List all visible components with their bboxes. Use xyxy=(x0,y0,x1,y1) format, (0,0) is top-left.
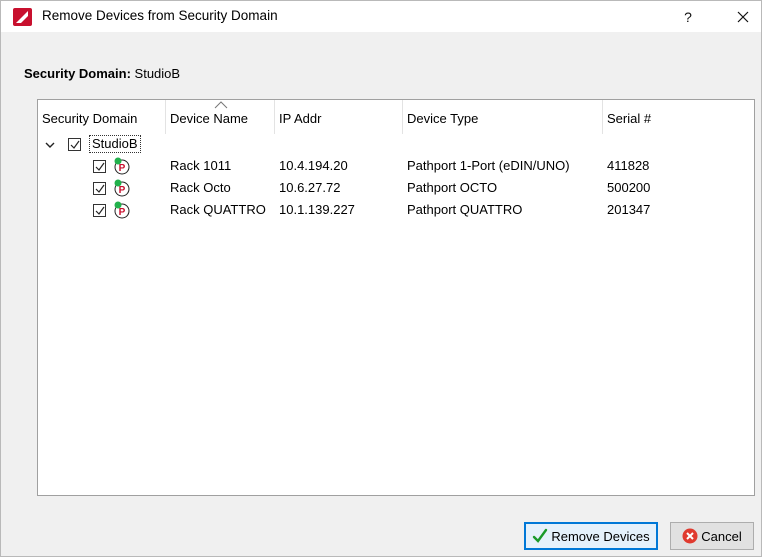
device-checkbox[interactable] xyxy=(93,182,106,195)
svg-text:P: P xyxy=(119,185,126,196)
serial-cell: 500200 xyxy=(607,180,651,195)
device-name-cell: Rack Octo xyxy=(170,180,231,195)
device-type-cell: Pathport OCTO xyxy=(407,180,498,195)
column-header-ip-addr[interactable]: IP Addr xyxy=(275,100,403,134)
chevron-down-icon[interactable] xyxy=(44,139,56,151)
security-domain-label: Security Domain: xyxy=(24,66,131,81)
sort-ascending-icon xyxy=(214,101,228,109)
device-name-cell: Rack 1011 xyxy=(170,158,232,173)
app-logo-icon xyxy=(13,8,32,26)
pathport-device-icon: P xyxy=(114,157,130,175)
device-checkbox[interactable] xyxy=(93,204,106,217)
checkmark-icon xyxy=(95,162,105,171)
column-header-security-domain[interactable]: Security Domain xyxy=(38,100,166,134)
remove-devices-label: Remove Devices xyxy=(551,528,650,544)
column-header-device-type[interactable]: Device Type xyxy=(403,100,603,134)
column-header-device-name-label: Device Name xyxy=(170,111,249,126)
pathport-device-icon: P xyxy=(114,179,130,197)
device-name-cell: Rack QUATTRO xyxy=(170,202,266,217)
security-domain-value: StudioB xyxy=(134,66,181,81)
remove-devices-dialog: Remove Devices from Security Domain ? Se… xyxy=(0,0,762,557)
checkmark-icon xyxy=(533,528,548,543)
title-bar[interactable]: Remove Devices from Security Domain ? xyxy=(1,1,761,32)
close-icon xyxy=(737,11,749,22)
device-tree-table[interactable]: Security Domain Device Name IP Addr Devi… xyxy=(37,99,755,496)
table-row[interactable]: P Rack 1011 10.4.194.20 Pathport 1-Port … xyxy=(38,155,754,177)
cancel-label: Cancel xyxy=(701,528,742,544)
checkmark-icon xyxy=(95,206,105,215)
close-button[interactable] xyxy=(723,1,762,32)
domain-name-label[interactable]: StudioB xyxy=(89,135,141,153)
help-button[interactable]: ? xyxy=(669,1,707,32)
cancel-icon xyxy=(682,528,698,544)
pathport-device-icon: P xyxy=(114,201,130,219)
help-icon: ? xyxy=(684,8,692,25)
svg-text:P: P xyxy=(119,207,126,218)
checkmark-icon xyxy=(70,140,80,149)
tree-row-domain[interactable]: StudioB xyxy=(38,133,754,155)
svg-text:P: P xyxy=(119,163,126,174)
ip-addr-cell: 10.4.194.20 xyxy=(279,158,348,173)
table-row[interactable]: P Rack QUATTRO 10.1.139.227 Pathport QUA… xyxy=(38,199,754,221)
security-domain-line: Security Domain: StudioB xyxy=(24,66,180,81)
ip-addr-cell: 10.6.27.72 xyxy=(279,180,341,195)
column-header-serial[interactable]: Serial # xyxy=(603,100,756,134)
remove-devices-button[interactable]: Remove Devices xyxy=(524,522,658,550)
cancel-button[interactable]: Cancel xyxy=(670,522,754,550)
serial-cell: 411828 xyxy=(607,158,650,173)
domain-checkbox[interactable] xyxy=(68,138,81,151)
ip-addr-cell: 10.1.139.227 xyxy=(279,202,355,217)
device-type-cell: Pathport 1-Port (eDIN/UNO) xyxy=(407,158,570,173)
device-type-cell: Pathport QUATTRO xyxy=(407,202,523,217)
device-checkbox[interactable] xyxy=(93,160,106,173)
checkmark-icon xyxy=(95,184,105,193)
table-row[interactable]: P Rack Octo 10.6.27.72 Pathport OCTO 500… xyxy=(38,177,754,199)
window-title: Remove Devices from Security Domain xyxy=(42,8,278,23)
column-header-device-name[interactable]: Device Name xyxy=(166,100,275,134)
serial-cell: 201347 xyxy=(607,202,651,217)
